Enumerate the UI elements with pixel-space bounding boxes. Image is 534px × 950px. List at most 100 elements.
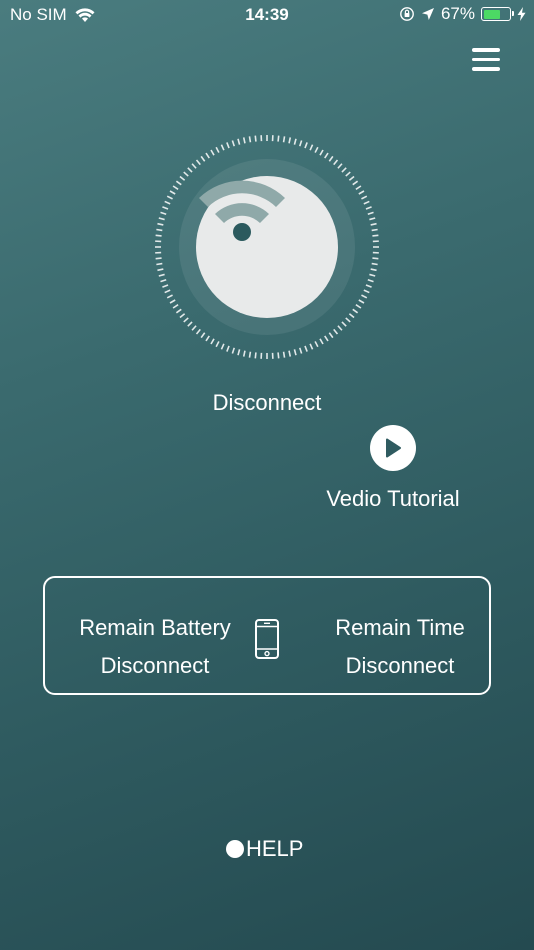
dial-tick [345,317,351,323]
dial-tick [237,349,241,356]
status-right: 67% [399,4,526,24]
dial-tick [304,142,308,149]
dial-tick [348,175,355,181]
video-tutorial-label[interactable]: Vedio Tutorial [300,486,486,512]
dial-tick [358,190,365,195]
charging-bolt-icon [517,7,526,21]
dial-tick [183,171,189,177]
battery-icon [481,7,514,21]
dial-tick [215,341,220,348]
menu-bar [472,67,500,71]
dial-tick [191,163,197,169]
dial-tick [328,332,334,339]
dial-tick [248,136,252,143]
remain-time-section: Remain Time Disconnect [315,609,485,685]
dial-tick [187,167,193,173]
dial-tick [352,180,359,186]
dial-tick [242,137,246,144]
dial-tick [319,338,324,345]
dial-tick [361,195,368,200]
remain-battery-label: Remain Battery [79,615,231,640]
dial-tick [155,234,162,237]
dial-tick [157,222,164,226]
dial-tick [172,304,179,309]
dial-tick [372,234,379,237]
dial-tick [210,338,215,345]
dial-tick [248,351,252,358]
help-link[interactable]: HELP [226,836,303,862]
dial-tick [293,138,297,145]
dial-tick [355,185,362,190]
dial-tick [158,273,165,277]
dial-tick [314,146,319,153]
dial-tick [309,144,314,151]
dial-tick [352,308,359,314]
dial-tick [205,152,210,159]
dial-tick [324,152,329,159]
info-card: Remain Battery Disconnect Remain Time Di… [43,576,491,695]
dial-tick [370,222,377,226]
dial-tick [200,332,206,339]
connect-dial [154,134,380,360]
menu-bar [472,57,500,61]
dial-tick [195,159,201,166]
dial-tick [314,341,319,348]
dial-tick [324,335,329,342]
dial-tick [288,350,292,357]
dial-tick [160,211,167,216]
dial-tick [195,328,201,335]
battery-percent: 67% [440,4,475,23]
dial-tick [169,299,176,304]
dial-tick [166,294,173,299]
dial-tick [210,149,215,156]
battery-fill [483,9,500,19]
dial-tick [333,328,339,335]
dial-tick [372,257,379,260]
dial-tick [348,313,355,319]
dial-tick [333,159,339,166]
dial-tick [220,343,225,350]
dial-tick [282,136,286,143]
dial-tick [371,262,378,266]
dial-tick [160,278,167,283]
menu-bar [472,48,500,52]
dial-tick [309,343,314,350]
dial-tick [237,138,241,145]
video-tutorial-button[interactable] [370,425,416,471]
battery-tip [512,11,514,16]
dial-tick [298,347,303,354]
dial-tick [179,175,186,181]
dial-tick [367,278,374,283]
dial-tick [293,349,297,356]
dial-tick [200,155,206,162]
dial-tick [166,195,173,200]
hamburger-menu-icon[interactable] [472,48,500,72]
dial-tick [155,257,162,260]
location-arrow-icon [421,8,434,20]
dial-tick [358,299,365,304]
dial-tick [337,163,343,169]
dial-tick [341,167,347,173]
dial-tick [242,350,246,357]
dial-tick [157,268,164,272]
dial-tick [345,171,351,177]
dial-tick [254,352,257,359]
dial-tick [277,352,280,359]
dial-tick [337,325,343,331]
dial-tick [162,284,169,288]
dial-tick [187,321,193,327]
dial-tick [179,313,186,319]
status-bar: No SIM 14:39 67% [0,0,534,30]
remain-battery-section: Remain Battery Disconnect [57,609,253,685]
dial-tick [371,228,378,232]
dial-tick [183,317,189,323]
dial-tick [298,140,303,147]
remain-battery-value: Disconnect [100,653,210,678]
dial-tick [319,149,324,156]
dial-tick [369,273,376,277]
dial-tick [164,200,171,205]
dial-tick [205,335,210,342]
dial-tick [162,206,169,210]
dial-tick [231,347,236,354]
connect-button[interactable] [196,176,338,318]
